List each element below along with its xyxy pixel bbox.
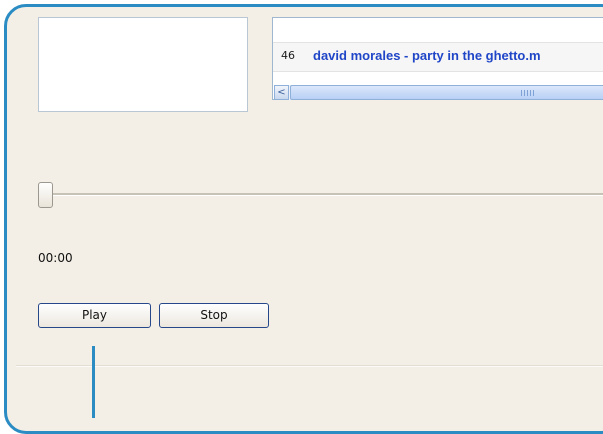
playlist-panel: 46 david morales - party in the ghetto.m…	[272, 17, 603, 100]
grip-icon	[521, 90, 535, 96]
divider	[16, 365, 603, 367]
callout-line	[92, 346, 95, 418]
scroll-left-arrow-icon[interactable]: <	[274, 85, 289, 100]
stop-button[interactable]: Stop	[159, 303, 269, 328]
track-number: 46	[281, 49, 295, 62]
seek-slider-thumb[interactable]	[38, 182, 53, 208]
seek-slider-track[interactable]	[47, 193, 603, 196]
scrollbar-thumb[interactable]	[290, 85, 603, 100]
time-display: 00:00	[38, 251, 73, 265]
play-button[interactable]: Play	[38, 303, 151, 328]
track-title[interactable]: david morales - party in the ghetto.m	[313, 48, 541, 63]
playlist-row[interactable]: 46 david morales - party in the ghetto.m	[273, 42, 603, 72]
horizontal-scrollbar[interactable]: <	[274, 85, 603, 100]
preview-box	[38, 17, 248, 112]
